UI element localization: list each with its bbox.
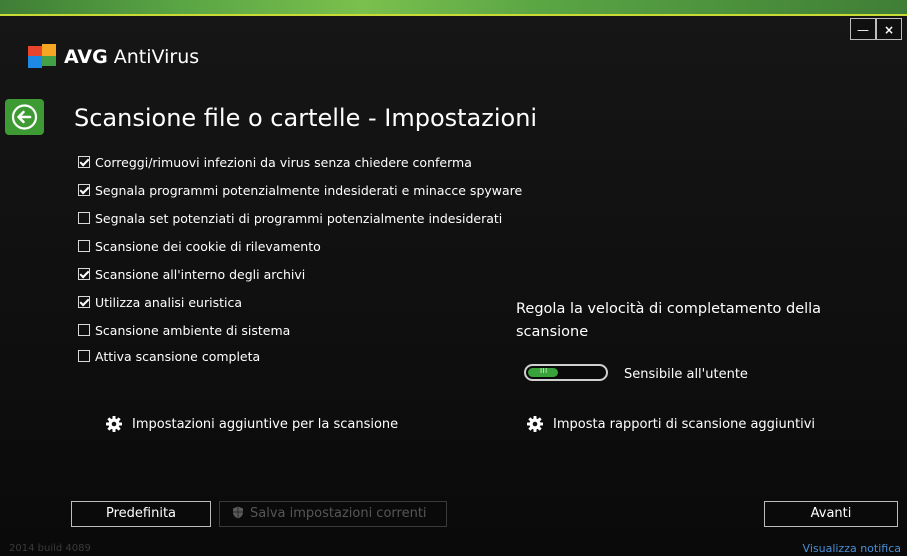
checkbox[interactable]	[78, 324, 90, 336]
checkbox[interactable]	[78, 212, 90, 224]
scan-option-label: Attiva scansione completa	[95, 348, 261, 364]
gear-icon	[106, 416, 122, 432]
scan-option-label: Utilizza analisi euristica	[95, 294, 243, 310]
additional-scan-settings-link[interactable]: Impostazioni aggiuntive per la scansione	[106, 416, 398, 432]
checkbox[interactable]	[78, 268, 90, 280]
additional-reports-label: Imposta rapporti di scansione aggiuntivi	[553, 416, 816, 432]
scan-option-row[interactable]: Scansione all'interno degli archivi	[78, 264, 305, 284]
save-settings-button[interactable]: Salva impostazioni correnti	[219, 501, 447, 527]
arrow-left-icon	[11, 104, 38, 130]
back-button[interactable]	[5, 99, 44, 135]
scan-option-row[interactable]: Segnala programmi potenzialmente indesid…	[78, 180, 522, 200]
top-accent-bar	[0, 0, 907, 14]
speed-slider[interactable]: III	[524, 364, 608, 381]
additional-reports-link[interactable]: Imposta rapporti di scansione aggiuntivi	[527, 416, 815, 432]
scan-option-label: Scansione dei cookie di rilevamento	[95, 238, 321, 254]
close-button[interactable]: ×	[876, 18, 902, 40]
scan-option-row[interactable]: Scansione ambiente di sistema	[78, 320, 290, 340]
brand-suffix: AntiVirus	[107, 46, 200, 68]
gear-icon	[527, 416, 543, 432]
checkbox[interactable]	[78, 184, 90, 196]
top-accent-line	[0, 14, 907, 16]
save-settings-label: Salva impostazioni correnti	[250, 506, 427, 521]
slider-grip[interactable]: III	[540, 367, 548, 376]
scan-option-row[interactable]: Attiva scansione completa	[78, 346, 260, 366]
checkbox[interactable]	[78, 240, 90, 252]
scan-option-label: Scansione all'interno degli archivi	[95, 266, 306, 282]
checkbox[interactable]	[78, 350, 90, 362]
app-title: AVG AntiVirus	[64, 46, 199, 68]
scan-option-row[interactable]: Utilizza analisi euristica	[78, 292, 242, 312]
minimize-button[interactable]: —	[850, 18, 876, 40]
scan-option-row[interactable]: Scansione dei cookie di rilevamento	[78, 236, 321, 256]
scan-option-label: Scansione ambiente di sistema	[95, 322, 291, 338]
scan-option-label: Segnala set potenziati di programmi pote…	[95, 210, 503, 226]
scan-option-label: Correggi/rimuovi infezioni da virus senz…	[95, 154, 472, 170]
next-button[interactable]: Avanti	[764, 501, 898, 527]
shield-icon	[233, 506, 243, 519]
page-title: Scansione file o cartelle - Impostazioni	[74, 104, 538, 132]
speed-title: Regola la velocità di completamento dell…	[516, 301, 822, 340]
scan-option-row[interactable]: Correggi/rimuovi infezioni da virus senz…	[78, 152, 472, 172]
default-button[interactable]: Predefinita	[71, 501, 211, 527]
checkbox[interactable]	[78, 156, 90, 168]
scan-option-label: Segnala programmi potenzialmente indesid…	[95, 182, 523, 198]
show-notification-link[interactable]: Visualizza notifica	[803, 542, 901, 555]
avg-logo-icon	[28, 44, 56, 68]
brand-prefix: AVG	[64, 46, 108, 68]
speed-value-label: Sensibile all'utente	[624, 367, 748, 382]
scan-option-row[interactable]: Segnala set potenziati di programmi pote…	[78, 208, 502, 228]
additional-scan-settings-label: Impostazioni aggiuntive per la scansione	[132, 416, 399, 432]
version-label: 2014 build 4089	[9, 543, 91, 554]
checkbox[interactable]	[78, 296, 90, 308]
avg-window: — × AVG AntiVirus Scansione file o carte…	[0, 0, 907, 556]
